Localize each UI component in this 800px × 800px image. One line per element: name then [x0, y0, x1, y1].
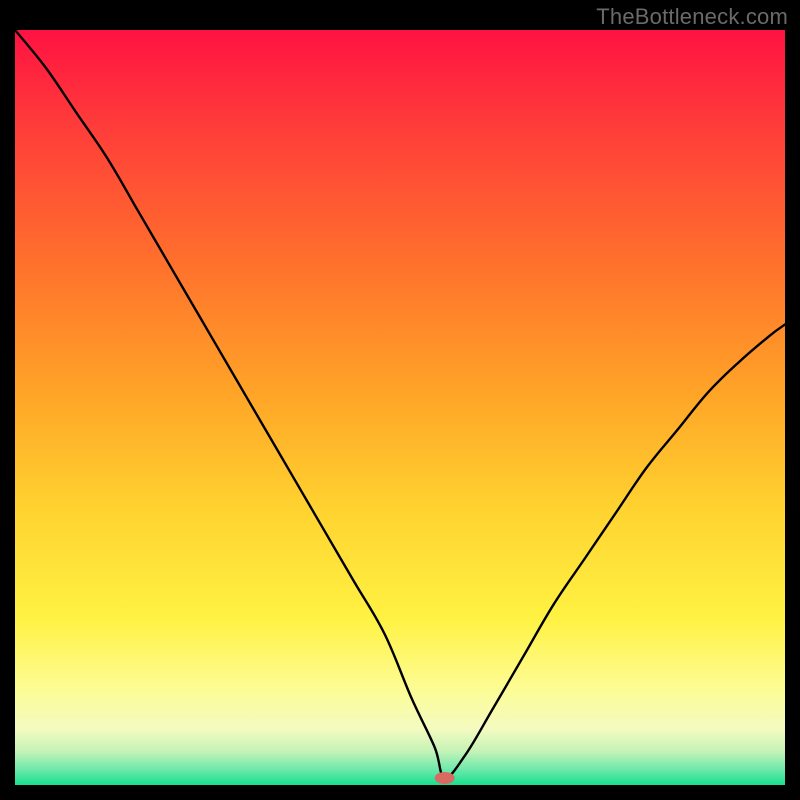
chart-frame [15, 30, 785, 785]
watermark-text: TheBottleneck.com [596, 4, 788, 30]
bottleneck-chart [15, 30, 785, 785]
optimal-point-marker [435, 772, 455, 784]
